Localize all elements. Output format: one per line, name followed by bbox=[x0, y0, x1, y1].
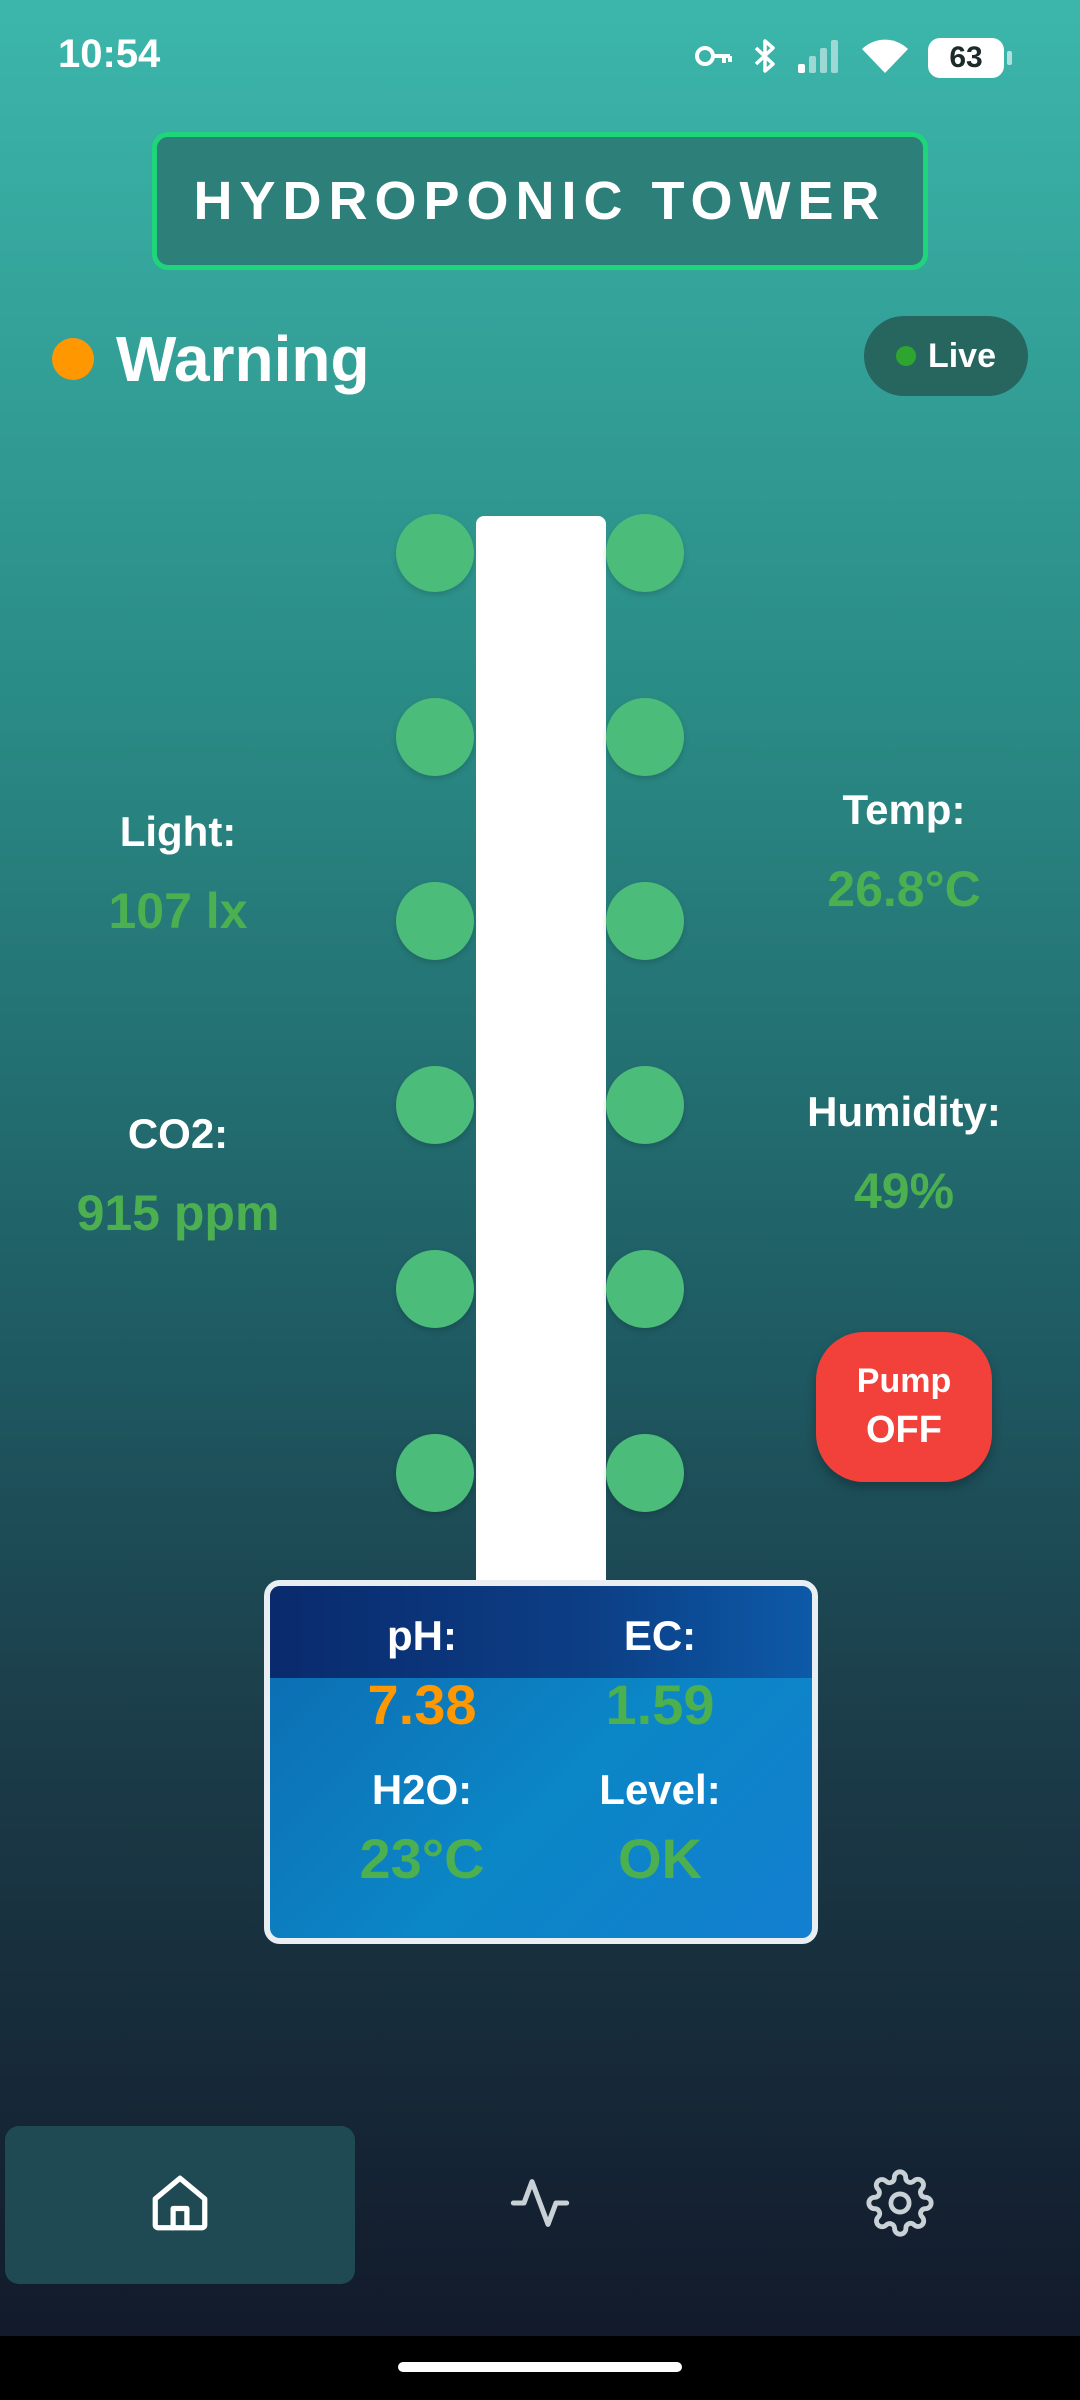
light-label: Light: bbox=[119, 808, 237, 855]
plant-pod bbox=[606, 882, 684, 960]
status-time: 10:54 bbox=[58, 32, 161, 76]
battery-icon: 63 bbox=[928, 38, 1012, 78]
ec-reading: EC: 1.59 bbox=[540, 1612, 780, 1737]
pump-label: Pump bbox=[856, 1362, 952, 1400]
signal-icon bbox=[796, 38, 842, 79]
level-label: Level: bbox=[599, 1766, 721, 1813]
plant-pod bbox=[606, 1066, 684, 1144]
water-quality-panel: pH: 7.38 EC: 1.59 H2O: 23°C Level: OK bbox=[264, 1580, 818, 1944]
humidity-metric: Humidity: 49% bbox=[764, 1088, 1044, 1220]
ph-label: pH: bbox=[387, 1612, 457, 1659]
temp-metric: Temp: 26.8°C bbox=[764, 786, 1044, 918]
co2-metric: CO2: 915 ppm bbox=[38, 1110, 318, 1242]
battery-level: 63 bbox=[949, 41, 983, 74]
system-status-label: Warning bbox=[116, 323, 370, 395]
plant-pod bbox=[396, 1250, 474, 1328]
h2o-reading: H2O: 23°C bbox=[302, 1766, 542, 1891]
vpn-key-icon bbox=[694, 41, 734, 76]
warning-dot-icon bbox=[52, 338, 94, 380]
plant-pod bbox=[396, 698, 474, 776]
humidity-label: Humidity: bbox=[807, 1088, 1001, 1135]
temp-value: 26.8°C bbox=[827, 861, 981, 917]
plant-pod bbox=[396, 1434, 474, 1512]
plant-pod bbox=[396, 882, 474, 960]
h2o-value: 23°C bbox=[359, 1827, 485, 1890]
page-title-text: HYDROPONIC TOWER bbox=[193, 171, 887, 231]
h2o-label: H2O: bbox=[371, 1766, 473, 1813]
nav-activity-tab[interactable] bbox=[365, 2126, 715, 2284]
live-indicator: Live bbox=[864, 316, 1028, 396]
wifi-icon bbox=[860, 37, 910, 80]
ph-value: 7.38 bbox=[367, 1673, 477, 1736]
live-dot-icon bbox=[895, 346, 916, 366]
status-icons: 63 bbox=[694, 30, 1012, 86]
pump-state: OFF bbox=[866, 1409, 942, 1451]
light-metric: Light: 107 lx bbox=[38, 808, 318, 940]
activity-icon bbox=[508, 2171, 572, 2240]
ec-value: 1.59 bbox=[605, 1673, 715, 1736]
co2-value: 915 ppm bbox=[76, 1185, 280, 1241]
light-value: 107 lx bbox=[108, 883, 248, 939]
plant-pod bbox=[606, 514, 684, 592]
nav-settings-tab[interactable] bbox=[725, 2126, 1075, 2284]
page-title: HYDROPONIC TOWER bbox=[152, 132, 928, 270]
plant-pod bbox=[606, 1434, 684, 1512]
tower-column bbox=[476, 516, 606, 1584]
ph-reading: pH: 7.38 bbox=[302, 1612, 542, 1737]
pump-toggle-button[interactable]: Pump OFF bbox=[816, 1332, 992, 1482]
bluetooth-icon bbox=[752, 37, 778, 80]
plant-pod bbox=[396, 1066, 474, 1144]
plant-pod bbox=[606, 1250, 684, 1328]
gesture-handle[interactable] bbox=[398, 2362, 682, 2372]
temp-label: Temp: bbox=[842, 786, 966, 833]
system-status: Warning bbox=[52, 322, 370, 396]
humidity-value: 49% bbox=[853, 1163, 955, 1219]
nav-home-tab[interactable] bbox=[5, 2126, 355, 2284]
gear-icon bbox=[866, 2169, 934, 2242]
home-icon bbox=[147, 2170, 213, 2241]
co2-label: CO2: bbox=[127, 1110, 229, 1157]
plant-pod bbox=[606, 698, 684, 776]
level-value: OK bbox=[618, 1827, 702, 1890]
ec-label: EC: bbox=[623, 1612, 697, 1659]
level-reading: Level: OK bbox=[540, 1766, 780, 1891]
plant-pod bbox=[396, 514, 474, 592]
app-screen: 10:54 63 HYDROPONIC TOWER Warning Live L… bbox=[0, 0, 1080, 2336]
live-label: Live bbox=[927, 336, 997, 375]
